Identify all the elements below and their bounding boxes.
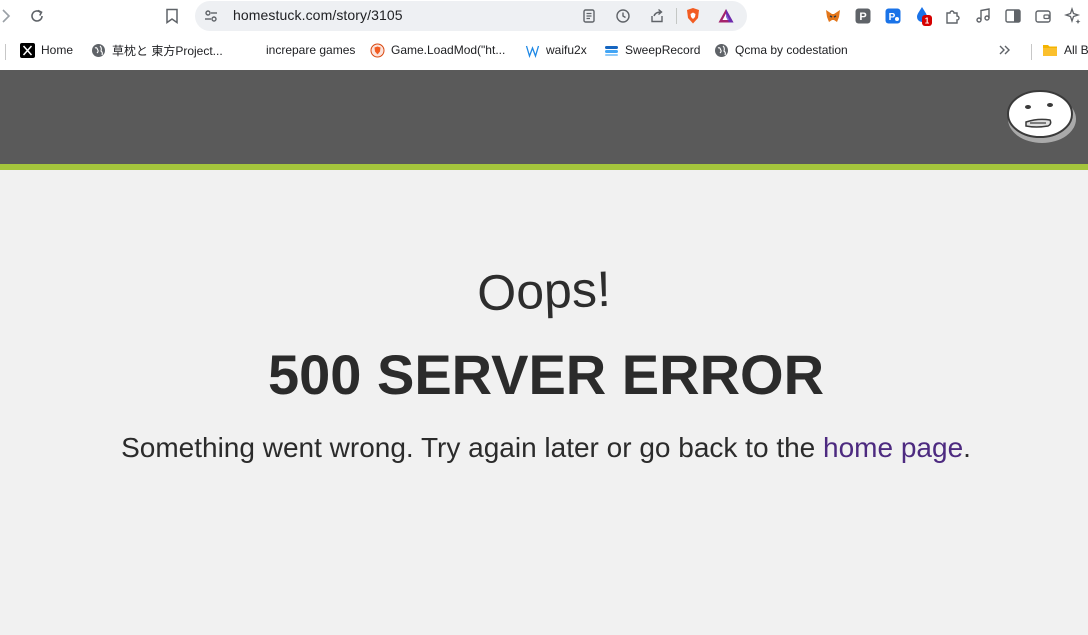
svg-text:P: P [859,11,866,23]
reader-mode-icon[interactable] [579,6,599,26]
music-note-icon[interactable] [972,5,994,27]
bookmarks-bar: Home 草枕と 東方Project... increpare games Ga… [0,33,1088,70]
bookmark-label: increpare games [266,43,356,57]
bookmark-outline-icon [166,8,178,24]
bookmark-label: Game.LoadMod("ht... [391,43,506,57]
site-header [0,70,1088,164]
bookmark-home[interactable]: Home [19,41,73,59]
leo-ai-icon[interactable] [1062,5,1084,27]
address-bar[interactable]: homestuck.com/story/3105 [195,1,747,31]
omnibox-divider [676,8,677,24]
bookmark-label: Home [41,43,74,57]
reload-button[interactable] [27,6,47,26]
wallet-icon[interactable] [1032,5,1054,27]
bookmark-waifu2x[interactable]: waifu2x [524,41,587,59]
svg-text:P: P [889,12,896,23]
chevron-right-icon [2,9,11,23]
globe-icon [90,42,106,58]
share-icon[interactable] [647,6,667,26]
bookmark-qcma[interactable]: Qcma by codestation [713,41,848,59]
folder-icon [1042,42,1058,58]
reload-icon [31,9,43,22]
extensions-puzzle-icon[interactable] [942,5,964,27]
homestuck-logo[interactable] [1004,82,1080,150]
error-message-period: . [963,432,971,463]
error-title: 500 SERVER ERROR [267,343,825,406]
bookmark-label: SweepRecord [625,43,701,57]
error-message-text: Something went wrong. Try again later or… [121,432,824,463]
history-icon[interactable] [613,6,633,26]
x-logo-icon [19,42,35,58]
oops-heading: Oops! [476,260,612,322]
bookmark-sweeprecord[interactable]: SweepRecord [603,41,700,59]
site-settings-icon[interactable] [201,6,221,26]
stack-icon [603,42,619,58]
bookmark-increpare-games[interactable]: increpare games [266,41,355,59]
error-message: Something went wrong. Try again later or… [0,432,1088,464]
error-page-content: Oops! 500 SERVER ERROR Something went wr… [0,170,1088,635]
extension-badge: 1 [925,17,930,26]
bookmark-touhou-project[interactable]: 草枕と 東方Project... [90,41,223,59]
shield-icon [369,42,385,58]
sidebar-toggle-icon[interactable] [1002,5,1024,27]
home-page-link[interactable]: home page [823,432,963,463]
bookmark-label: 草枕と 東方Project... [112,43,223,58]
bookmark-game-loadmod[interactable]: Game.LoadMod("ht... [369,41,505,59]
bookmark-label: waifu2x [546,43,587,57]
droplet-extension-icon[interactable]: 1 [913,5,935,27]
translator-extension-icon[interactable]: P [882,5,904,27]
brave-rewards-icon[interactable] [716,6,736,26]
bookmark-label: Qcma by codestation [735,43,848,57]
forward-button[interactable] [0,6,16,26]
bookmark-page-button[interactable] [162,6,182,26]
brave-shields-icon[interactable] [683,6,703,26]
double-chevron-right-icon [999,45,1010,55]
p-extension-icon[interactable]: P [852,5,874,27]
metamask-extension-icon[interactable] [822,5,844,27]
bookmarks-divider [1031,44,1032,60]
globe-icon [713,42,729,58]
bookmarks-divider [5,44,6,60]
url-text[interactable]: homestuck.com/story/3105 [233,7,403,23]
w-icon [524,42,540,58]
bookmarks-overflow-button[interactable] [997,41,1011,59]
all-bookmarks-label: All B [1064,43,1088,57]
browser-toolbar: homestuck.com/story/3105 P P 1 [0,0,1088,33]
all-bookmarks-button[interactable]: All B [1042,41,1088,59]
